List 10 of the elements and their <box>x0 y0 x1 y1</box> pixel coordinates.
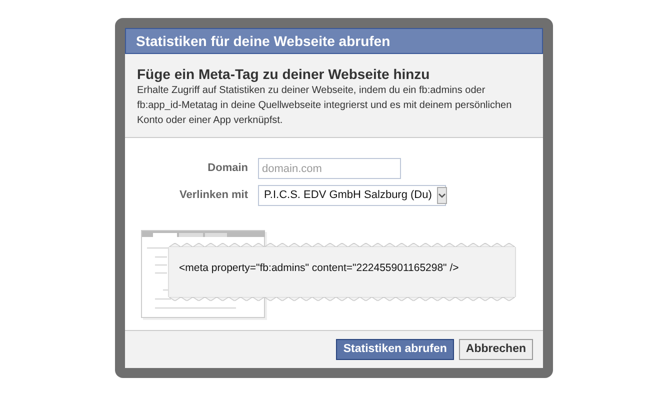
submit-button[interactable]: Statistiken abrufen <box>336 339 454 360</box>
select-field[interactable]: P.I.C.S. EDV GmbH Salzburg (Du) <box>258 185 446 206</box>
caret-icon <box>436 187 447 204</box>
dialog-title: Statistiken für deine Webseite abrufen <box>125 28 543 54</box>
domain-field[interactable]: domain.com <box>258 158 401 179</box>
cancel-button[interactable]: Abbrechen <box>458 339 533 360</box>
field-label: Domain <box>206 161 249 176</box>
field-label: Verlinken mit <box>178 188 249 204</box>
section-heading: Füge ein Meta-Tag zu deiner Webseite hinzu <box>137 66 431 83</box>
description-text: Erhalte Zugriff auf Statistiken zu deiner Webseite, indem du ein fb:admins oder fb:app_id-Metatag in deine Quellwebseite integrierst und es mit deinem persönlichen Konto oder einer App verknüpfst. <box>137 84 513 128</box>
